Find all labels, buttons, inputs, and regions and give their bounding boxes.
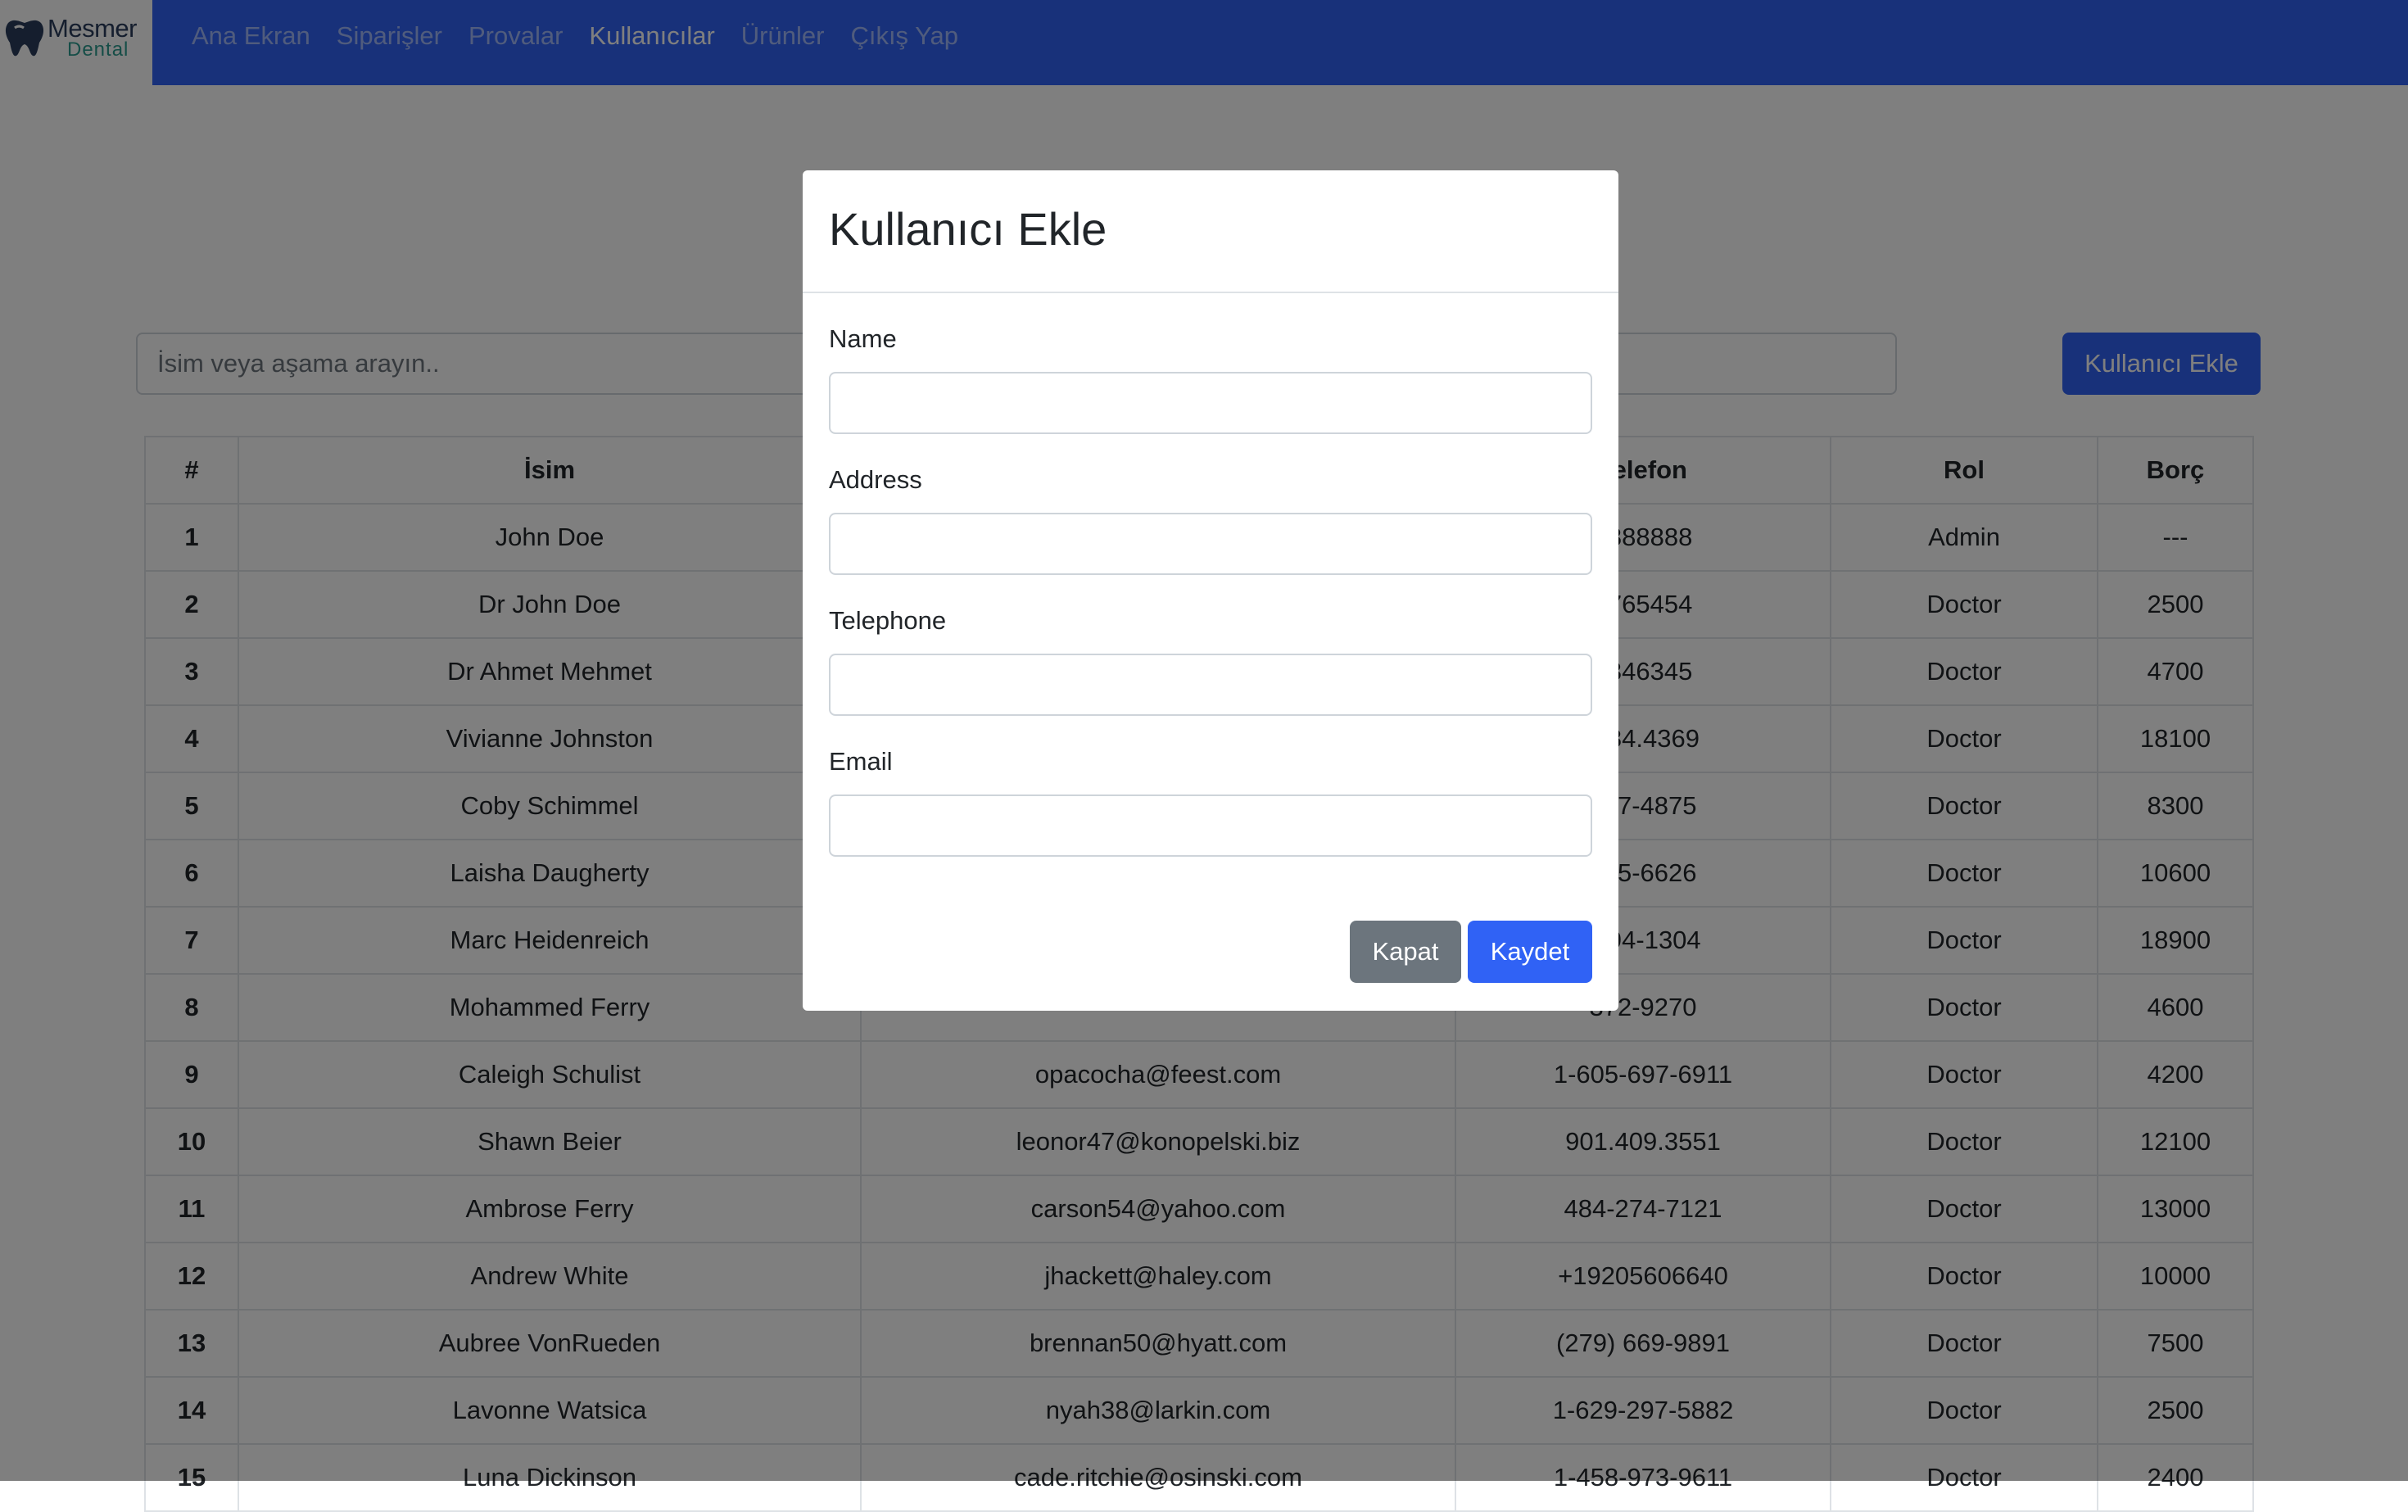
add-user-modal: Kullanıcı Ekle Name Address Telephone Em…	[803, 170, 1618, 1011]
telephone-label: Telephone	[829, 606, 947, 635]
name-label: Name	[829, 324, 897, 353]
close-button[interactable]: Kapat	[1350, 921, 1461, 983]
modal-header-divider	[803, 292, 1618, 293]
address-label: Address	[829, 465, 922, 494]
modal-title: Kullanıcı Ekle	[829, 203, 1107, 255]
telephone-field[interactable]	[829, 654, 1592, 716]
save-button[interactable]: Kaydet	[1468, 921, 1592, 983]
address-field[interactable]	[829, 513, 1592, 575]
email-label: Email	[829, 747, 893, 776]
email-field[interactable]	[829, 794, 1592, 857]
name-field[interactable]	[829, 372, 1592, 434]
